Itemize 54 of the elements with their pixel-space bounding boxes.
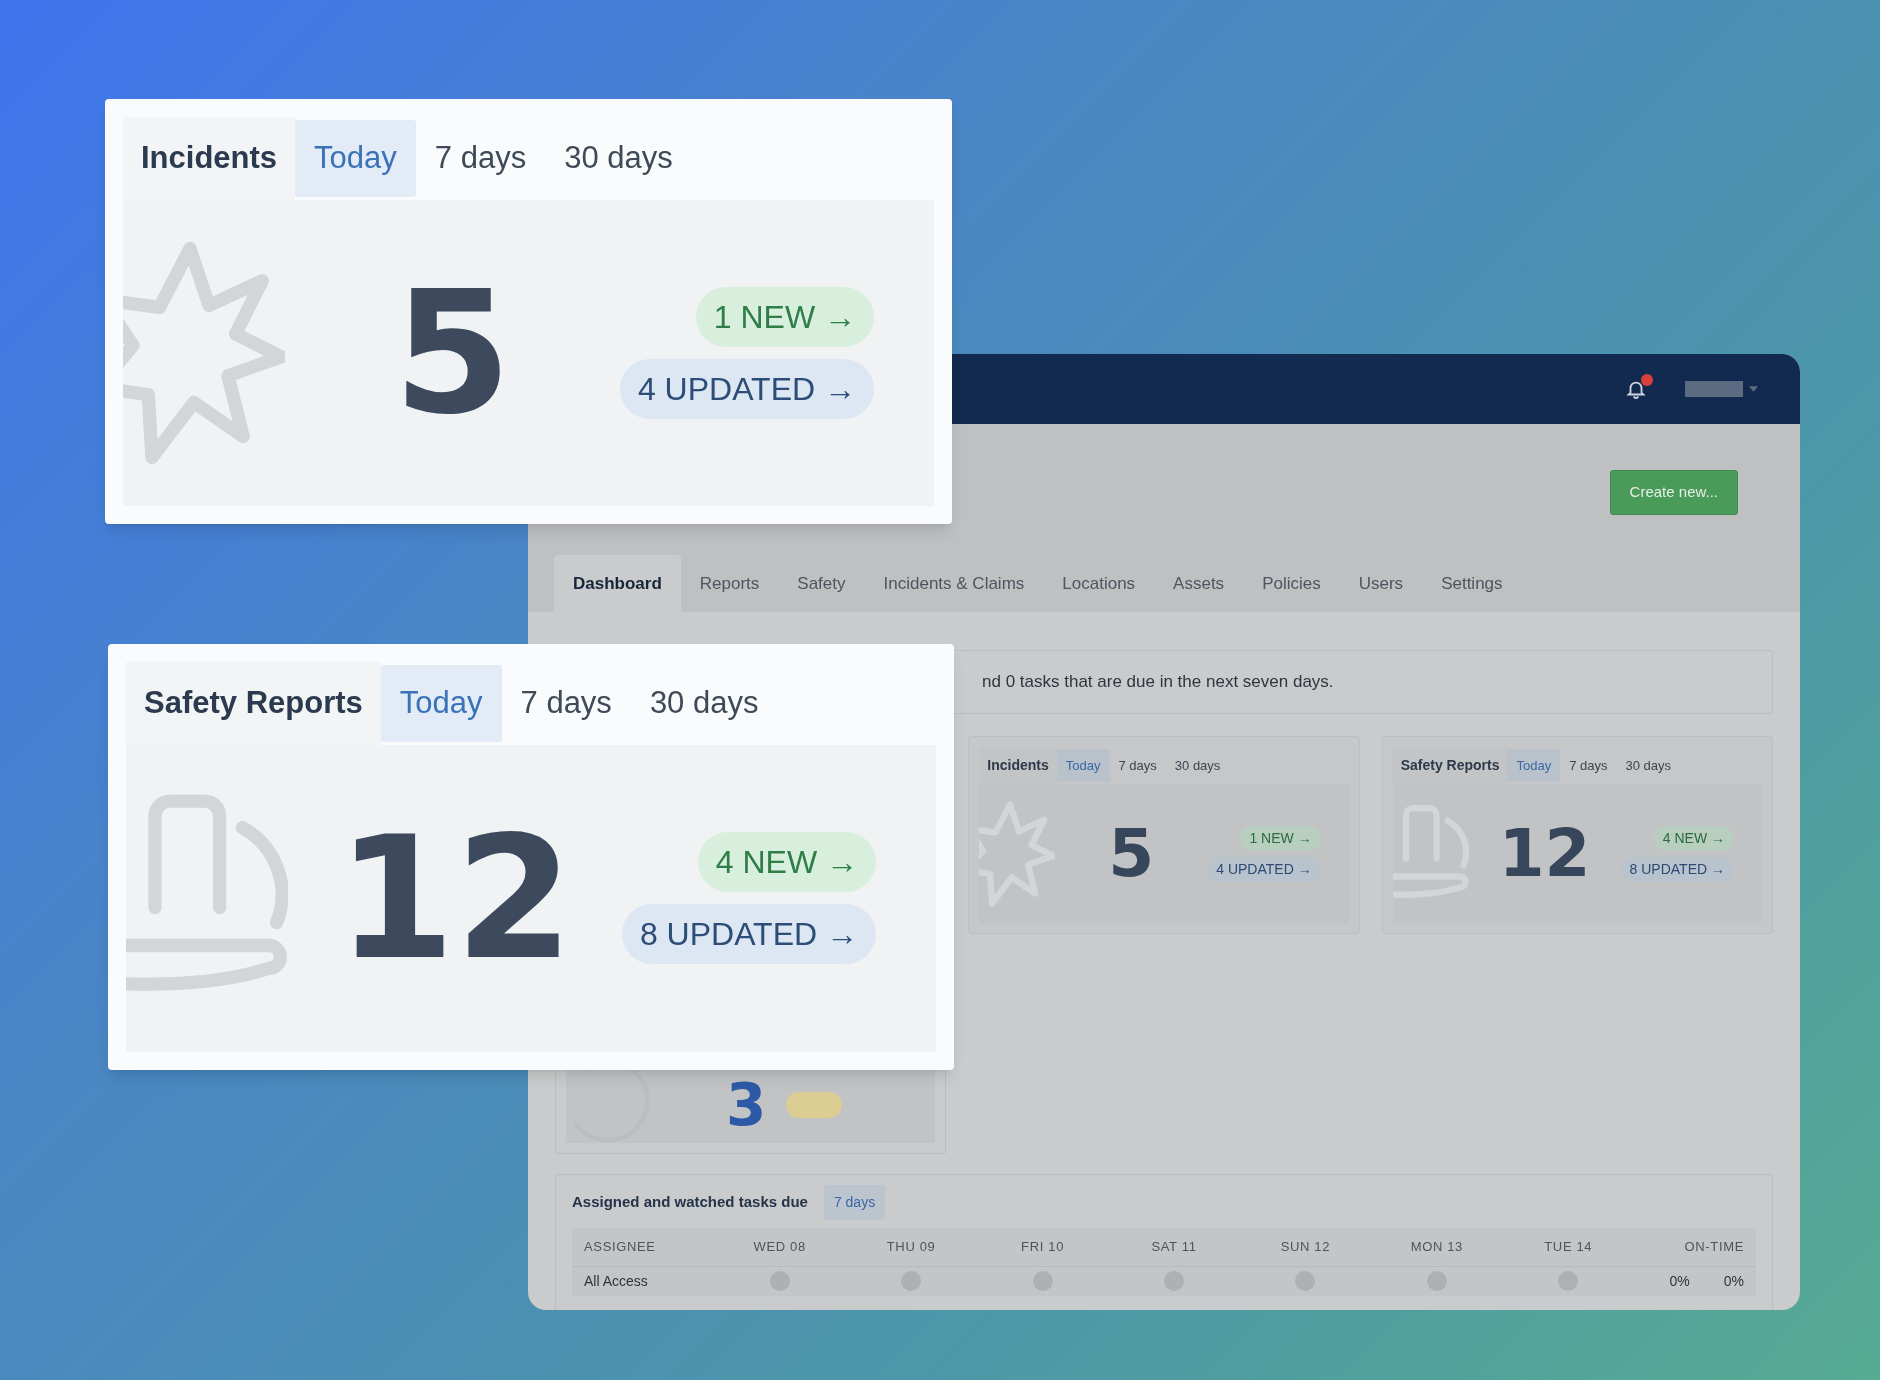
count-number: 5 [392,267,513,438]
count-number: 5 [1107,820,1156,887]
table-cell-text: 0% [1723,1271,1744,1291]
column-header: FRI 10 [1020,1238,1065,1256]
status-pill[interactable]: 4 UPDATED → [619,358,874,419]
nav-tab[interactable]: Users [1339,554,1423,612]
panel-title: Assigned and watched tasks due [572,1192,808,1213]
nav-tab[interactable]: Locations [1043,554,1155,612]
period-tab[interactable]: Today [1507,749,1561,782]
column-header: TUE 14 [1543,1238,1594,1256]
count-number: 12 [335,813,575,984]
period-tab[interactable]: 7 days [823,1185,886,1220]
column-header: SUN 12 [1279,1238,1332,1256]
status-pill[interactable]: 4 NEW → [1653,825,1734,851]
create-new-button[interactable]: Create new... [1609,470,1738,515]
count-number: 3 [726,1076,767,1134]
period-tab[interactable]: 30 days [630,665,778,742]
column-header: WED 08 [752,1238,807,1256]
period-tab[interactable]: Today [380,665,502,742]
period-tab[interactable]: 7 days [415,120,546,197]
banner-text: nd 0 tasks that are due in the next seven days. [982,671,1334,694]
nav-tab[interactable]: Policies [1243,554,1340,612]
nav-tab[interactable]: Safety [778,554,865,612]
caret-icon [1749,386,1758,392]
status-pill[interactable]: 4 NEW → [697,832,876,893]
period-tab[interactable]: 30 days [1165,749,1230,782]
period-tab[interactable]: 7 days [1109,749,1166,782]
status-pill[interactable]: 4 UPDATED → [1207,856,1321,882]
table-cell-text: All Access [584,1271,649,1291]
status-pill [786,1092,843,1118]
period-tab[interactable]: 30 days [1616,749,1681,782]
period-tab[interactable]: Today [295,120,416,197]
nav-tab[interactable]: Assets [1154,554,1244,612]
column-header: ASSIGNEE [584,1238,657,1256]
period-tab[interactable]: 7 days [501,665,631,742]
period-tab[interactable]: 7 days [1560,749,1617,782]
nav-tab[interactable]: Settings [1422,554,1522,612]
column-header: SAT 11 [1150,1238,1198,1256]
column-header: THU 09 [885,1238,937,1256]
period-tab[interactable]: Today [1056,749,1110,782]
period-tab[interactable]: 30 days [545,120,692,197]
card-title: Incidents [123,117,296,200]
column-header: MON 13 [1409,1238,1464,1256]
status-pill[interactable]: 8 UPDATED → [1620,856,1734,882]
card-title: Safety Reports [126,662,381,745]
column-header: ON-TIME [1683,1238,1744,1256]
nav-tab[interactable]: Reports [680,554,779,612]
table-cell-text: 0% [1669,1271,1690,1291]
nav-tab[interactable]: Dashboard [554,554,681,612]
count-number: 12 [1497,820,1592,887]
status-pill[interactable]: 1 NEW → [1240,825,1321,851]
nav-tab[interactable]: Incidents & Claims [864,554,1044,612]
status-pill[interactable]: 8 UPDATED → [621,904,876,965]
status-pill[interactable]: 1 NEW → [695,286,874,347]
